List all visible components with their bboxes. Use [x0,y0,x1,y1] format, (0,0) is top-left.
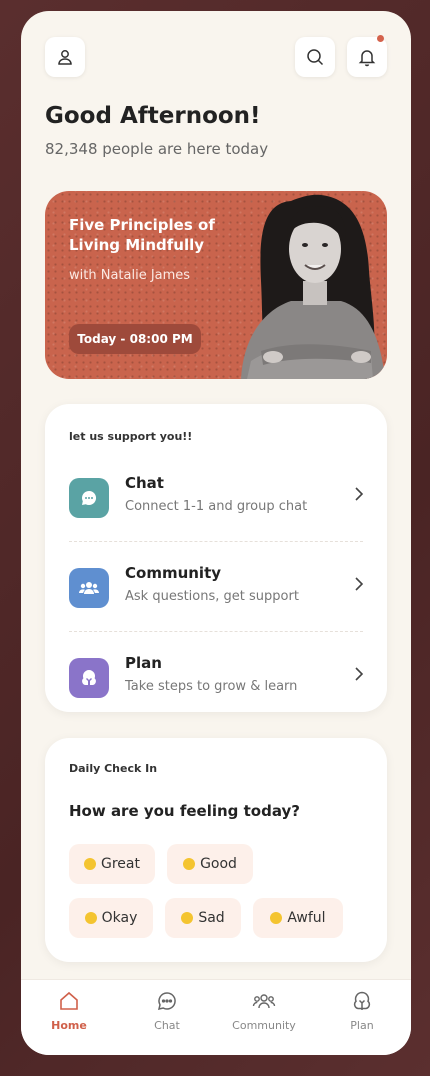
mood-button-awful[interactable]: Awful [253,898,343,938]
support-item-title: Chat [125,474,164,492]
user-icon [58,50,72,65]
support-label: let us support you!! [69,430,193,443]
checkin-question: How are you feeling today? [69,802,300,820]
support-item-plan[interactable]: Plan Take steps to grow & learn [45,646,387,716]
tab-plan[interactable]: Plan [322,990,402,1032]
support-item-desc: Ask questions, get support [125,589,299,604]
session-host: with Natalie James [69,268,191,283]
mood-label: Awful [287,910,326,926]
chevron-right-icon [355,577,364,591]
support-item-desc: Connect 1-1 and group chat [125,499,308,514]
profile-button[interactable] [45,37,85,77]
plan-tile [69,658,109,698]
community-tile [69,568,109,608]
sad-emoji-icon [181,912,194,924]
daily-checkin-card: Daily Check In How are you feeling today… [45,738,387,962]
featured-session-card[interactable]: Five Principles of Living Mindfully with… [45,191,387,379]
tab-chat[interactable]: Chat [127,990,207,1032]
mood-label: Sad [198,910,225,926]
mood-label: Great [101,856,140,872]
tab-home[interactable]: Home [29,990,109,1032]
host-photo [241,194,385,379]
notifications-button[interactable] [347,37,387,77]
chevron-right-icon [355,667,364,681]
community-icon [79,582,99,594]
chevron-right-icon [355,487,364,501]
tab-label: Community [232,1019,296,1032]
smiling-emoji-icon [183,858,196,870]
chat-icon [81,490,97,505]
app-screen: Good Afternoon! 82,348 people are here t… [21,11,411,1055]
mood-label: Okay [101,910,138,926]
plan-icon [82,670,96,685]
tab-label: Chat [154,1019,180,1032]
support-item-desc: Take steps to grow & learn [125,679,298,694]
support-card: let us support you!! Chat Connect 1-1 an… [45,404,387,712]
mood-button-good[interactable]: Good [167,844,253,884]
neutral-emoji-icon [84,912,97,924]
chat-icon [157,992,176,1011]
mood-button-sad[interactable]: Sad [165,898,241,938]
chat-tile [69,478,109,518]
support-item-title: Community [125,564,222,582]
community-icon [252,994,276,1009]
search-button[interactable] [295,37,335,77]
support-item-title: Plan [125,654,162,672]
page-title: Good Afternoon! [45,103,261,129]
divider [69,541,363,542]
support-item-chat[interactable]: Chat Connect 1-1 and group chat [45,466,387,536]
support-item-community[interactable]: Community Ask questions, get support [45,556,387,626]
bottom-tab-bar: Home Chat Community Plan [21,979,411,1055]
home-icon [60,991,78,1010]
checkin-label: Daily Check In [69,762,158,775]
grinning-emoji-icon [84,858,96,870]
plan-icon [353,991,371,1010]
tab-label: Home [51,1019,87,1032]
search-icon [307,49,324,66]
mood-label: Good [200,856,237,872]
divider [69,631,363,632]
weary-emoji-icon [270,912,283,924]
session-time-button[interactable]: Today - 08:00 PM [69,324,201,354]
bell-icon [358,50,376,67]
mood-button-okay[interactable]: Okay [69,898,153,938]
notification-badge [377,35,384,42]
mood-button-great[interactable]: Great [69,844,155,884]
tab-community[interactable]: Community [224,990,304,1032]
tab-label: Plan [350,1019,374,1032]
people-count: 82,348 people are here today [45,140,269,158]
